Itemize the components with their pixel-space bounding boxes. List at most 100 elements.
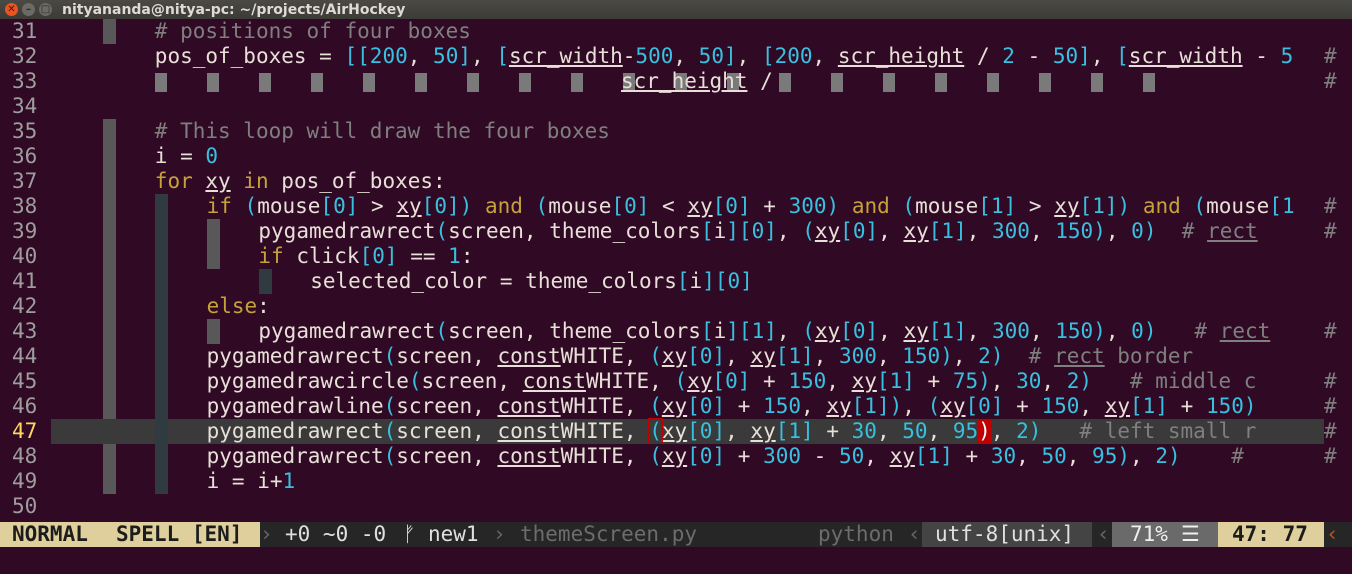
overflow-marker: # [1324,319,1337,344]
editor-line[interactable]: 42 else: [0,294,1352,319]
indent-guide [155,319,168,344]
code-text: # This loop will draw the four boxes [154,119,610,143]
editor-line[interactable]: 49 i = i+1 [0,469,1352,494]
overflow-marker: # [1324,394,1337,419]
code-text: for xy in pos_of_boxes: [154,169,446,193]
code-text: pygamedrawrect(screen, constWHITE, (xy[0… [206,444,1257,468]
command-line[interactable] [0,547,1352,574]
indent-guide [103,469,116,494]
lines-icon: ☰ [1181,522,1200,547]
overflow-marker: # [1324,444,1337,469]
status-line: NORMAL SPELL [EN] › +0 ~0 -0 ᚠ new1 › th… [0,522,1352,547]
overflow-marker: # [1324,194,1337,219]
indent-guide [103,244,116,269]
indent-guide [155,369,168,394]
file-encoding: utf-8[unix] [935,522,1075,547]
cursor-position: 47: 77 [1232,522,1308,547]
editor-line[interactable]: 32 pos_of_boxes = [[200, 50], [scr_width-… [0,44,1352,69]
code-text: pygamedrawrect(screen, theme_colors[i][0… [258,219,1258,243]
indent-guide [987,73,999,92]
indent-guide [259,73,271,92]
line-number: 36 [12,144,38,168]
indent-guide [155,419,168,444]
indent-guide [103,219,116,244]
code-text: pygamedrawrect(screen, constWHITE, (xy[0… [206,344,1194,368]
overflow-marker: # [1324,44,1337,69]
editor-line[interactable]: 38 if (mouse[0] > xy[0]) and (mouse[0] < … [0,194,1352,219]
editor-line[interactable]: 45 pygamedrawcircle(screen, constWHITE, (… [0,369,1352,394]
overflow-marker: # [1324,69,1337,94]
indent-guide [935,73,947,92]
git-branch: new1 [428,522,479,546]
editor-buffer[interactable]: 31 # positions of four boxes 32 pos_of_boxe… [0,19,1352,522]
indent-guide [155,244,168,269]
code-text: if (mouse[0] > xy[0]) and (mouse[0] < xy… [206,194,1295,218]
statusline-end-marker: ‹ [1326,522,1339,546]
indent-guide [207,73,219,92]
line-number: 42 [12,294,38,318]
line-number: 44 [12,344,38,368]
code-text: scr_height / [621,69,773,93]
indent-guide [103,319,116,344]
editor-line[interactable]: 37 for xy in pos_of_boxes: [0,169,1352,194]
indent-guide [103,144,116,169]
indent-guide [155,394,168,419]
overflow-marker: # [1324,419,1337,444]
indent-guide [103,194,116,219]
indent-guide [207,319,220,344]
file-percent: 71% [1130,522,1168,547]
statusline-separator: ‹ [908,522,921,546]
editor-line[interactable]: 34 [0,94,1352,119]
line-number: 39 [12,219,38,243]
minimize-window-button[interactable]: – [22,3,35,16]
line-number: 32 [12,44,38,68]
file-name: themeScreen.py [520,522,698,546]
line-number: 46 [12,394,38,418]
indent-guide [103,344,116,369]
indent-guide [259,269,272,294]
indent-guide [103,269,116,294]
code-text: pygamedrawline(screen, constWHITE, (xy[0… [206,394,1257,418]
editor-line[interactable]: 31 # positions of four boxes [0,19,1352,44]
editor-line[interactable]: 41 selected_color = theme_colors[i][0] [0,269,1352,294]
indent-guide [1039,73,1051,92]
indent-guide [883,73,895,92]
editor-line[interactable]: 47 pygamedrawrect(screen, constWHITE, (xy… [0,418,1352,444]
editor-line[interactable]: 33 scr_height / # [0,69,1352,94]
code-text: selected_color = theme_colors[i][0] [310,269,753,293]
line-number: 37 [12,169,38,193]
indent-guide [155,294,168,319]
maximize-window-button[interactable]: □ [39,3,52,16]
line-number: 50 [12,494,38,518]
window-title: nityananda@nitya-pc: ~/projects/AirHocke… [62,1,406,18]
editor-line[interactable]: 48 pygamedrawrect(screen, constWHITE, (xy… [0,444,1352,469]
statusline-separator: ‹ [1097,522,1110,546]
indent-guide [311,73,323,92]
editor-line[interactable]: 39 pygamedrawrect(screen, theme_colors[i]… [0,219,1352,244]
git-branch-icon: ᚠ [403,522,416,546]
statusline-separator: › [260,522,273,546]
indent-guide [155,73,167,92]
indent-guide [103,294,116,319]
line-number: 47 [12,419,38,443]
editor-line[interactable]: 50 [0,494,1352,519]
editor-line[interactable]: 44 pygamedrawrect(screen, constWHITE, (xy… [0,344,1352,369]
indent-guide [155,344,168,369]
editor-line[interactable]: 35 # This loop will draw the four boxes [0,119,1352,144]
maximize-icon: □ [40,4,51,15]
code-text: i = i+1 [206,469,296,493]
editor-line[interactable]: 43 pygamedrawrect(screen, theme_colors[i]… [0,319,1352,344]
editor-line[interactable]: 40 if click[0] == 1: [0,244,1352,269]
indent-guide [103,394,116,419]
indent-guide [363,73,375,92]
line-number: 38 [12,194,38,218]
code-text: # positions of four boxes [154,19,471,43]
title-bar: ✕ – □ nityananda@nitya-pc: ~/projects/Ai… [0,0,1352,19]
file-type: python [818,522,894,546]
editor-line[interactable]: 36 i = 0 [0,144,1352,169]
code-text: i = 0 [154,144,219,168]
editor-line[interactable]: 46 pygamedrawline(screen, constWHITE, (xy… [0,394,1352,419]
close-window-button[interactable]: ✕ [5,3,18,16]
indent-guide [155,219,168,244]
indent-guide [155,444,168,469]
